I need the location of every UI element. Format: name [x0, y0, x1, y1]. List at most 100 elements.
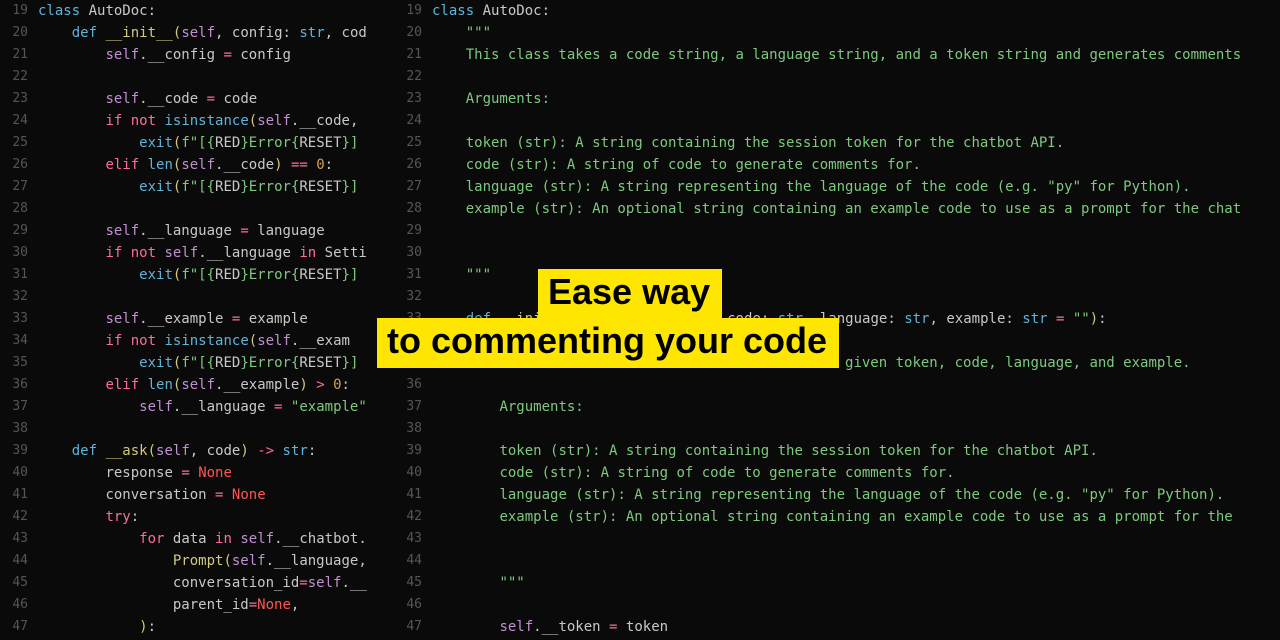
code-line[interactable] [432, 594, 1280, 616]
line-number: 41 [400, 484, 422, 506]
code-line[interactable] [432, 374, 1280, 396]
code-line[interactable]: for data in self.__chatbot. [38, 528, 400, 550]
code-line[interactable]: exit(f"[{RED}Error{RESET}] [38, 352, 400, 374]
line-number: 24 [0, 110, 28, 132]
line-number: 39 [0, 440, 28, 462]
line-number: 42 [400, 506, 422, 528]
code-line[interactable] [432, 66, 1280, 88]
line-number: 32 [0, 286, 28, 308]
line-number: 43 [0, 528, 28, 550]
code-line[interactable]: def __init__(self, config: str, cod [38, 22, 400, 44]
line-number: 33 [0, 308, 28, 330]
line-number: 37 [0, 396, 28, 418]
code-line[interactable]: if not isinstance(self.__code, [38, 110, 400, 132]
code-line[interactable]: self.__example = example [38, 308, 400, 330]
code-line[interactable]: Arguments: [432, 88, 1280, 110]
code-line[interactable]: elif len(self.__code) == 0: [38, 154, 400, 176]
line-number: 45 [400, 572, 422, 594]
code-line[interactable] [38, 286, 400, 308]
line-number: 28 [0, 198, 28, 220]
line-number: 21 [400, 44, 422, 66]
code-line[interactable]: self.__language = language [38, 220, 400, 242]
left-code[interactable]: class AutoDoc: def __init__(self, config… [38, 0, 400, 640]
code-line[interactable]: example (str): An optional string contai… [432, 506, 1280, 528]
code-line[interactable] [38, 66, 400, 88]
line-number: 38 [0, 418, 28, 440]
line-number: 19 [0, 0, 28, 22]
line-number: 24 [400, 110, 422, 132]
line-number: 46 [400, 594, 422, 616]
code-line[interactable]: code (str): A string of code to generate… [432, 462, 1280, 484]
line-number: 20 [400, 22, 422, 44]
line-number: 31 [0, 264, 28, 286]
code-line[interactable]: def __ask(self, code) -> str: [38, 440, 400, 462]
code-line[interactable]: self.__language = "example" [38, 396, 400, 418]
code-line[interactable] [432, 528, 1280, 550]
line-number: 47 [400, 616, 422, 638]
code-line[interactable] [38, 418, 400, 440]
code-line[interactable]: self.__token = token [432, 616, 1280, 638]
code-line[interactable] [432, 220, 1280, 242]
line-number: 41 [0, 484, 28, 506]
code-line[interactable]: language (str): A string representing th… [432, 176, 1280, 198]
code-line[interactable]: class AutoDoc: [432, 0, 1280, 22]
line-number: 32 [400, 286, 422, 308]
code-line[interactable]: conversation_id=self.__ [38, 572, 400, 594]
banner-line-2: to commenting your code [377, 318, 839, 368]
code-line[interactable]: example (str): An optional string contai… [432, 198, 1280, 220]
line-number: 27 [400, 176, 422, 198]
line-number: 37 [400, 396, 422, 418]
code-line[interactable]: exit(f"[{RED}Error{RESET}] [38, 132, 400, 154]
line-number: 40 [0, 462, 28, 484]
code-line[interactable]: response = None [38, 462, 400, 484]
line-number: 45 [0, 572, 28, 594]
line-number: 25 [0, 132, 28, 154]
code-line[interactable]: code (str): A string of code to generate… [432, 154, 1280, 176]
line-number: 38 [400, 418, 422, 440]
banner-line-1: Ease way [538, 269, 722, 319]
code-line[interactable] [432, 550, 1280, 572]
line-number: 47 [0, 616, 28, 638]
line-number: 43 [400, 528, 422, 550]
line-number: 20 [0, 22, 28, 44]
line-number: 22 [400, 66, 422, 88]
code-line[interactable]: elif len(self.__example) > 0: [38, 374, 400, 396]
line-number: 42 [0, 506, 28, 528]
left-editor-pane[interactable]: 1920212223242526272829303132333435363738… [0, 0, 400, 640]
line-number: 28 [400, 198, 422, 220]
line-number: 27 [0, 176, 28, 198]
code-line[interactable] [38, 198, 400, 220]
code-line[interactable]: This class takes a code string, a langua… [432, 44, 1280, 66]
code-line[interactable]: ): [38, 616, 400, 638]
line-number: 40 [400, 462, 422, 484]
code-line[interactable] [432, 110, 1280, 132]
code-line[interactable]: exit(f"[{RED}Error{RESET}] [38, 176, 400, 198]
code-line[interactable]: self.__config = config [38, 44, 400, 66]
code-line[interactable]: Arguments: [432, 396, 1280, 418]
code-line[interactable]: token (str): A string containing the ses… [432, 440, 1280, 462]
line-number: 29 [0, 220, 28, 242]
code-line[interactable]: if not isinstance(self.__exam [38, 330, 400, 352]
code-line[interactable]: language (str): A string representing th… [432, 484, 1280, 506]
line-number: 19 [400, 0, 422, 22]
code-line[interactable] [432, 418, 1280, 440]
line-number: 22 [0, 66, 28, 88]
line-number: 23 [0, 88, 28, 110]
code-line[interactable]: conversation = None [38, 484, 400, 506]
code-line[interactable]: try: [38, 506, 400, 528]
code-line[interactable]: """ [432, 22, 1280, 44]
line-number: 30 [0, 242, 28, 264]
code-line[interactable]: """ [432, 572, 1280, 594]
code-line[interactable]: token (str): A string containing the ses… [432, 132, 1280, 154]
code-line[interactable]: exit(f"[{RED}Error{RESET}] [38, 264, 400, 286]
code-line[interactable]: if not self.__language in Setti [38, 242, 400, 264]
code-line[interactable]: Prompt(self.__language, [38, 550, 400, 572]
code-line[interactable]: self.__code = code [38, 88, 400, 110]
line-number: 39 [400, 440, 422, 462]
line-number: 34 [0, 330, 28, 352]
code-line[interactable]: class AutoDoc: [38, 0, 400, 22]
line-number: 44 [0, 550, 28, 572]
code-line[interactable]: parent_id=None, [38, 594, 400, 616]
line-number: 21 [0, 44, 28, 66]
code-line[interactable] [432, 242, 1280, 264]
